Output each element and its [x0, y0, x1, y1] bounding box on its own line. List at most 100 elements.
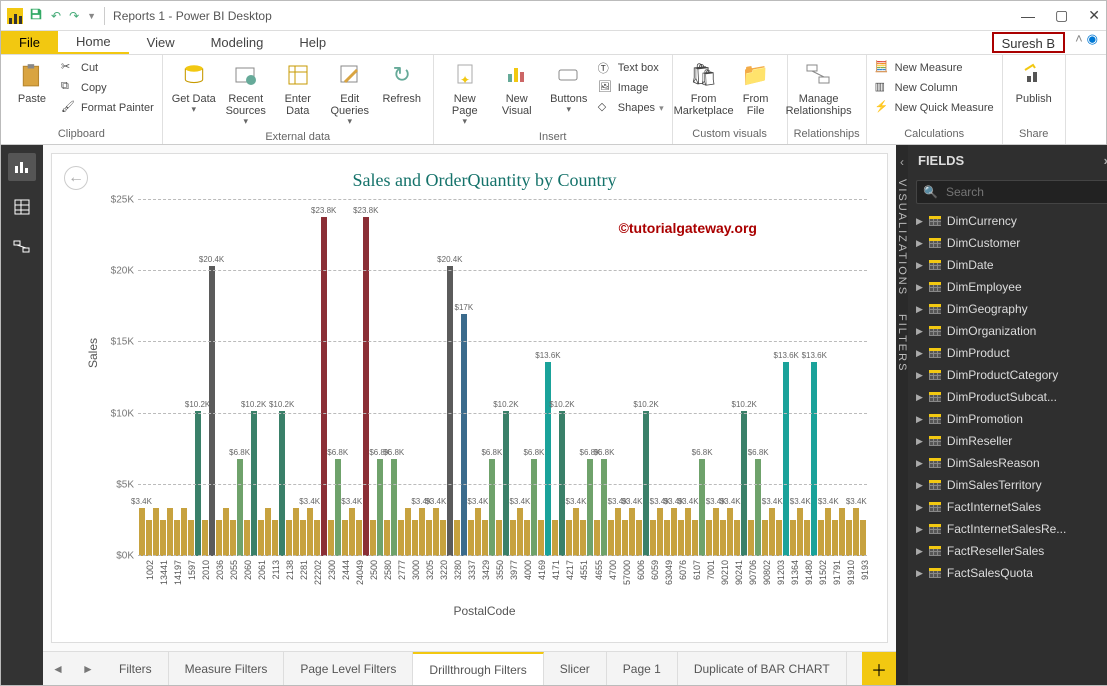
bar-orderqty[interactable] — [552, 520, 558, 556]
chart-visual[interactable]: Sales and OrderQuantity by Country ©tuto… — [92, 164, 877, 632]
bar-orderqty[interactable] — [608, 520, 614, 556]
bar-orderqty[interactable] — [328, 520, 334, 556]
bar-orderqty[interactable] — [482, 520, 488, 556]
qat-dropdown-icon[interactable]: ▼ — [87, 11, 96, 21]
bar-orderqty[interactable] — [762, 520, 768, 556]
bar-orderqty[interactable] — [342, 520, 348, 556]
menu-tab-modeling[interactable]: Modeling — [193, 31, 282, 54]
bar-orderqty[interactable] — [202, 520, 208, 556]
help-icon[interactable]: ◉ — [1087, 31, 1098, 54]
bar-sales[interactable]: $3.4K — [475, 508, 481, 556]
bar-sales[interactable]: $3.4K — [517, 508, 523, 556]
recent-sources-button[interactable]: Recent Sources — [221, 59, 271, 129]
bar-orderqty[interactable] — [650, 520, 656, 556]
field-table[interactable]: ▶FactInternetSalesRe... — [908, 518, 1107, 540]
menu-tab-help[interactable]: Help — [281, 31, 344, 54]
bar-sales[interactable]: $3.4K — [797, 508, 803, 556]
page-tab[interactable]: Page Level Filters — [284, 652, 413, 685]
bar-orderqty[interactable] — [174, 520, 180, 556]
format-painter-button[interactable]: 🖌Format Painter — [59, 99, 156, 117]
bar-sales[interactable]: $23.8K — [363, 217, 369, 556]
shapes-button[interactable]: ◇Shapes ▾ — [596, 99, 666, 117]
bar-sales[interactable]: $3.4K — [685, 508, 691, 556]
bar-orderqty[interactable] — [706, 520, 712, 556]
minimize-button[interactable]: — — [1021, 8, 1035, 24]
bar-orderqty[interactable] — [538, 520, 544, 556]
get-data-button[interactable]: Get Data — [169, 59, 219, 117]
bar-sales[interactable]: $13.6K — [545, 362, 551, 556]
data-view-button[interactable] — [8, 193, 36, 221]
new-visual-button[interactable]: New Visual — [492, 59, 542, 119]
bar-sales[interactable]: $3.4K — [825, 508, 831, 556]
bar-orderqty[interactable] — [398, 520, 404, 556]
bar-sales[interactable]: $23.8K — [321, 217, 327, 556]
page-tab[interactable]: Slicer — [544, 652, 607, 685]
bar-orderqty[interactable] — [370, 520, 376, 556]
field-table[interactable]: ▶DimGeography — [908, 298, 1107, 320]
cut-button[interactable]: ✂Cut — [59, 59, 156, 77]
bar-sales[interactable]: $3.4K — [349, 508, 355, 556]
tabs-scroll-left[interactable]: ◄ — [43, 652, 73, 685]
buttons-button[interactable]: Buttons — [544, 59, 594, 117]
bar-orderqty[interactable] — [160, 520, 166, 556]
bar-orderqty[interactable] — [566, 520, 572, 556]
new-measure-button[interactable]: 🧮New Measure — [873, 59, 996, 77]
bar-orderqty[interactable] — [678, 520, 684, 556]
image-button[interactable]: 🖼Image — [596, 79, 666, 97]
file-menu[interactable]: File — [1, 31, 58, 54]
new-column-button[interactable]: ▥New Column — [873, 79, 996, 97]
copy-button[interactable]: ⧉Copy — [59, 79, 156, 97]
bar-orderqty[interactable] — [216, 520, 222, 556]
bar-sales[interactable]: $3.4K — [769, 508, 775, 556]
bar-sales[interactable]: $20.4K — [209, 266, 215, 556]
field-table[interactable]: ▶DimPromotion — [908, 408, 1107, 430]
menu-tab-home[interactable]: Home — [58, 31, 129, 54]
bar-orderqty[interactable] — [188, 520, 194, 556]
bar-orderqty[interactable] — [510, 520, 516, 556]
page-tab[interactable]: Page 1 — [607, 652, 678, 685]
bar-orderqty[interactable] — [636, 520, 642, 556]
bar-sales[interactable]: $3.4K — [853, 508, 859, 556]
page-tab[interactable]: Filters — [103, 652, 169, 685]
bar-orderqty[interactable] — [384, 520, 390, 556]
field-table[interactable]: ▶DimCustomer — [908, 232, 1107, 254]
bar-sales[interactable]: $6.8K — [755, 459, 761, 556]
field-table[interactable]: ▶DimSalesTerritory — [908, 474, 1107, 496]
bar-sales[interactable] — [167, 508, 173, 556]
bar-orderqty[interactable] — [776, 520, 782, 556]
bar-sales[interactable] — [223, 508, 229, 556]
bar-sales[interactable] — [153, 508, 159, 556]
fields-search-input[interactable] — [944, 184, 1103, 200]
bar-orderqty[interactable] — [692, 520, 698, 556]
bar-orderqty[interactable] — [440, 520, 446, 556]
bar-orderqty[interactable] — [622, 520, 628, 556]
bar-orderqty[interactable] — [664, 520, 670, 556]
bar-sales[interactable]: $3.4K — [573, 508, 579, 556]
field-table[interactable]: ▶DimOrganization — [908, 320, 1107, 342]
bar-sales[interactable] — [293, 508, 299, 556]
field-table[interactable]: ▶DimReseller — [908, 430, 1107, 452]
field-table[interactable]: ▶DimProduct — [908, 342, 1107, 364]
bar-orderqty[interactable] — [272, 520, 278, 556]
bar-orderqty[interactable] — [818, 520, 824, 556]
bar-orderqty[interactable] — [594, 520, 600, 556]
page-tab[interactable]: Duplicate of BAR CHART — [678, 652, 847, 685]
bar-orderqty[interactable] — [496, 520, 502, 556]
maximize-button[interactable]: ▢ — [1055, 7, 1068, 24]
bar-sales[interactable]: $6.8K — [587, 459, 593, 556]
bar-sales[interactable]: $6.8K — [391, 459, 397, 556]
bar-sales[interactable]: $3.4K — [629, 508, 635, 556]
user-badge[interactable]: Suresh B — [992, 32, 1065, 53]
bar-sales[interactable] — [181, 508, 187, 556]
field-table[interactable]: ▶DimCurrency — [908, 210, 1107, 232]
from-marketplace-button[interactable]: 🛍From Marketplace — [679, 59, 729, 119]
drill-back-button[interactable]: ← — [64, 166, 88, 190]
bar-orderqty[interactable] — [454, 520, 460, 556]
bar-sales[interactable]: $20.4K — [447, 266, 453, 556]
bar-sales[interactable]: $3.4K — [713, 508, 719, 556]
close-button[interactable]: ✕ — [1088, 7, 1100, 24]
bar-orderqty[interactable] — [286, 520, 292, 556]
refresh-button[interactable]: ↻Refresh — [377, 59, 427, 107]
bar-orderqty[interactable] — [426, 520, 432, 556]
bar-sales[interactable]: $3.4K — [419, 508, 425, 556]
